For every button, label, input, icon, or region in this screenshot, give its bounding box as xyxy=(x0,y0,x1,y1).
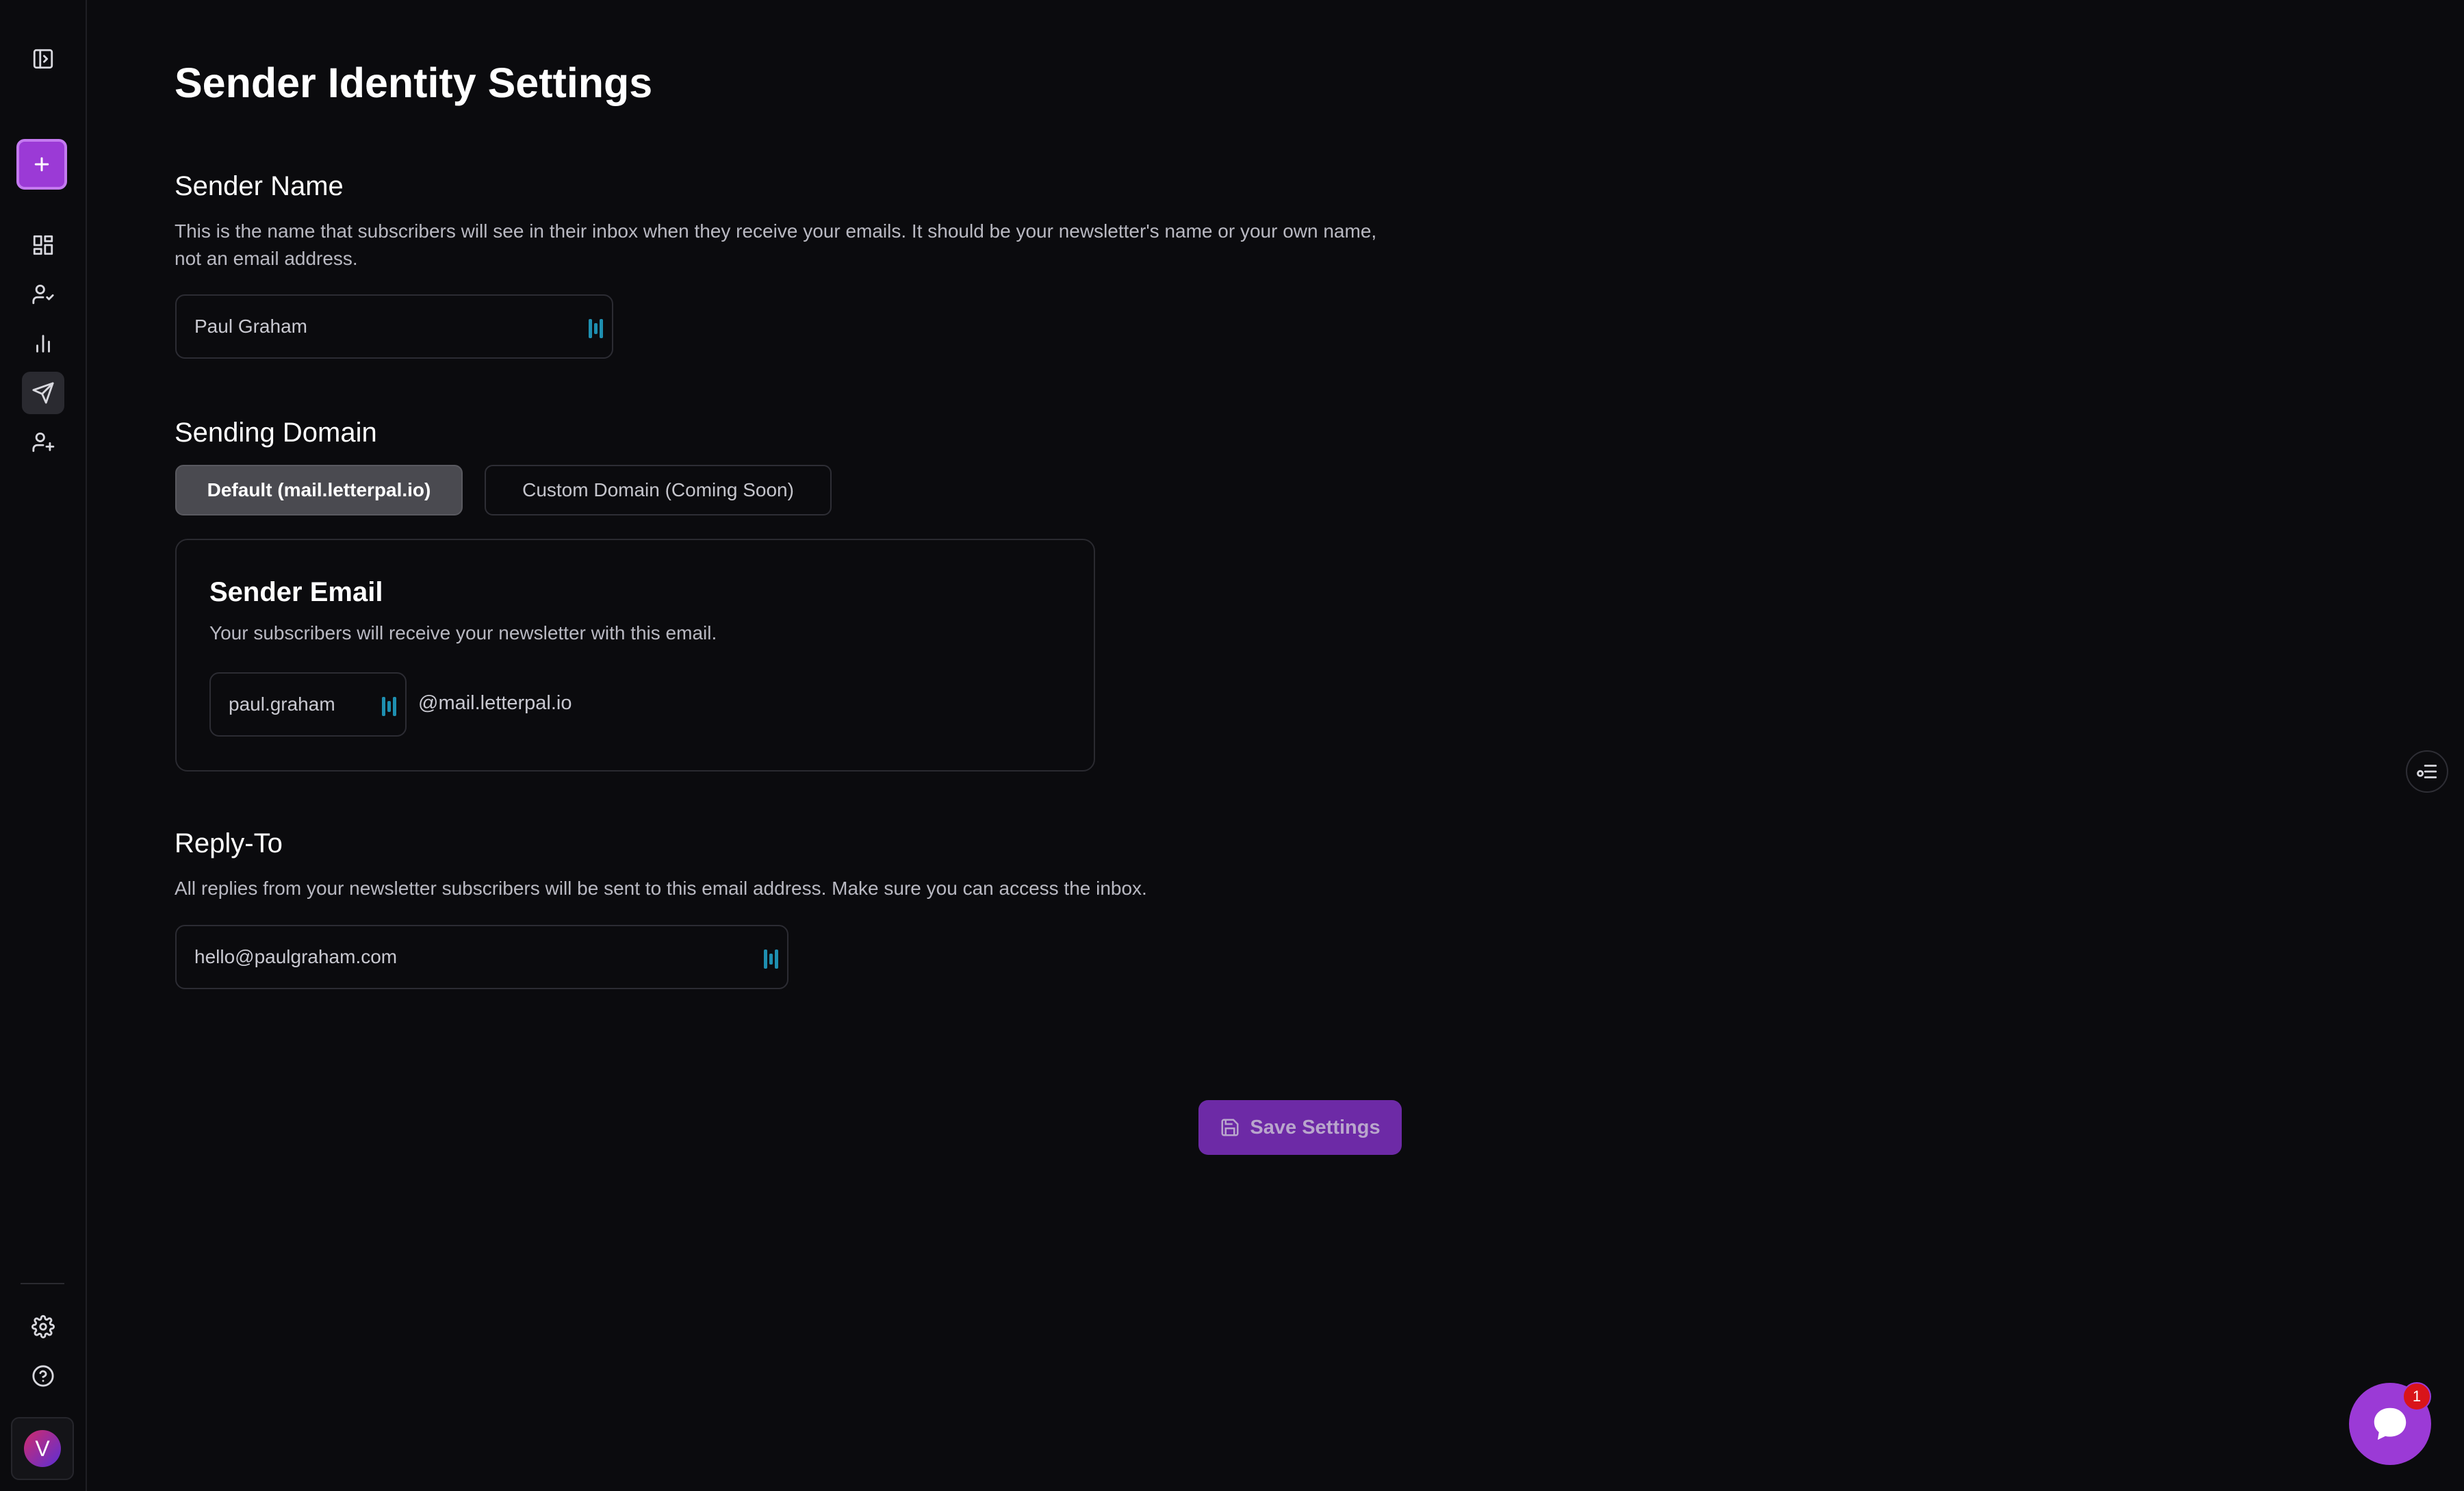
sender-name-input[interactable]: Paul Graham xyxy=(175,294,613,359)
tab-custom-domain[interactable]: Custom Domain (Coming Soon) xyxy=(485,465,832,515)
sidebar: V xyxy=(0,0,87,1491)
save-settings-button[interactable]: Save Settings xyxy=(1198,1100,1402,1155)
sidebar-item-analytics[interactable] xyxy=(22,322,64,365)
sender-name-value: Paul Graham xyxy=(194,316,307,337)
sidebar-toggle-icon xyxy=(33,49,53,69)
user-check-icon xyxy=(32,284,54,305)
sender-email-description: Your subscribers will receive your newsl… xyxy=(209,622,717,643)
toggle-sidebar-button[interactable] xyxy=(22,38,64,80)
save-icon xyxy=(1221,1119,1239,1136)
plus-icon xyxy=(34,157,49,172)
sender-name-description: This is the name that subscribers will s… xyxy=(175,220,1377,269)
user-avatar-button[interactable]: V xyxy=(11,1417,74,1480)
tab-default-domain[interactable]: Default (mail.letterpal.io) xyxy=(175,465,463,515)
autofill-icon[interactable] xyxy=(764,950,780,969)
save-settings-label: Save Settings xyxy=(1250,1116,1381,1138)
sender-email-input[interactable]: paul.graham xyxy=(209,672,407,737)
sidebar-item-settings[interactable] xyxy=(22,1305,64,1348)
sending-domain-title: Sending Domain xyxy=(175,418,377,448)
sidebar-item-add-user[interactable] xyxy=(22,421,64,463)
sidebar-item-dashboard[interactable] xyxy=(22,224,64,266)
chat-bubble-icon xyxy=(2374,1407,2407,1440)
sidebar-item-sending[interactable] xyxy=(22,372,64,414)
send-icon xyxy=(32,382,54,404)
reply-to-description: All replies from your newsletter subscri… xyxy=(175,878,1147,899)
help-circle-icon xyxy=(32,1365,54,1387)
reply-to-input[interactable]: hello@paulgraham.com xyxy=(175,925,788,989)
autofill-icon[interactable] xyxy=(382,697,398,716)
dashboard-icon xyxy=(33,235,53,255)
sender-email-value: paul.graham xyxy=(229,693,335,715)
chat-notification-badge: 1 xyxy=(2402,1382,2431,1411)
sidebar-item-subscribers[interactable] xyxy=(22,273,64,316)
sidebar-divider xyxy=(21,1283,64,1284)
sender-email-title: Sender Email xyxy=(209,577,383,607)
sidebar-item-help[interactable] xyxy=(22,1355,64,1397)
autofill-icon[interactable] xyxy=(589,319,605,338)
reply-to-value: hello@paulgraham.com xyxy=(194,946,398,967)
page-title: Sender Identity Settings xyxy=(175,60,653,106)
reply-to-title: Reply-To xyxy=(175,828,283,858)
new-newsletter-button[interactable] xyxy=(16,139,67,190)
gear-icon xyxy=(31,1315,55,1338)
email-domain-suffix: @mail.letterpal.io xyxy=(418,692,572,714)
sender-email-card: Sender Email Your subscribers will recei… xyxy=(175,539,1095,772)
outline-toggle-button[interactable] xyxy=(2406,750,2448,793)
avatar: V xyxy=(24,1430,61,1467)
bar-chart-icon xyxy=(36,335,50,353)
list-settings-icon xyxy=(2417,765,2437,778)
user-plus-icon xyxy=(32,432,55,453)
sender-name-title: Sender Name xyxy=(175,171,344,201)
